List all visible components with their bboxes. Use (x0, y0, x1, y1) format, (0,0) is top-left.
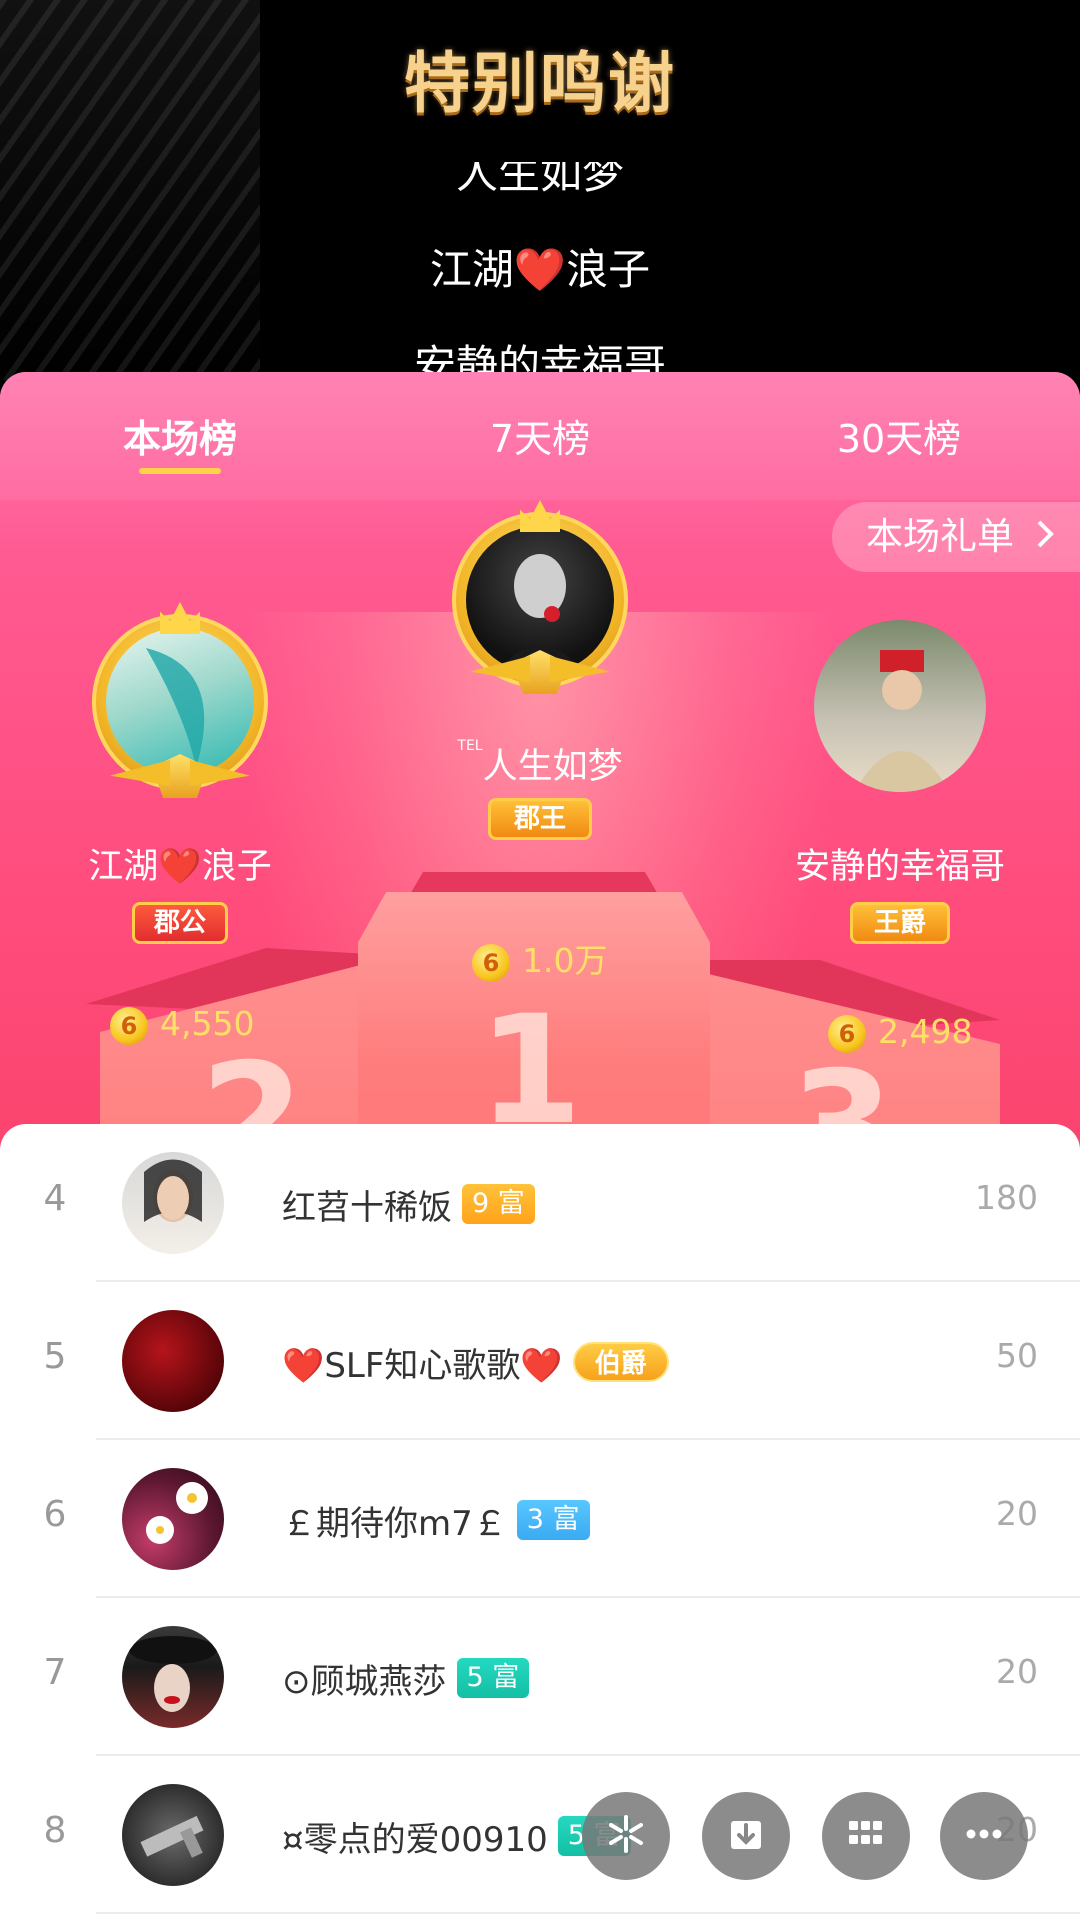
second-score-value: 4,550 (160, 1004, 255, 1043)
avatar[interactable] (814, 620, 986, 792)
wealth-level-badge: 5 富 (456, 1658, 530, 1698)
more-button[interactable] (940, 1792, 1028, 1880)
ranking-tabs: 本场榜 7天榜 30天榜 (0, 372, 1080, 500)
user-name: 红苕十稀饭 (282, 1187, 452, 1228)
contribution-amount: 50 (996, 1336, 1038, 1375)
third-place-name: 安静的幸福哥 (794, 847, 1005, 887)
coin-icon: 6 (110, 1006, 148, 1045)
list-item[interactable]: 6 ￡期待你m7￡ 3 富 20 (0, 1440, 1080, 1598)
noble-title-badge: 郡公 (132, 902, 228, 944)
grid-button[interactable] (822, 1792, 910, 1880)
avatar[interactable] (122, 1310, 224, 1412)
row-divider (96, 1912, 1080, 1914)
first-score-value: 1.0万 (522, 941, 608, 980)
gift-list-link[interactable]: 本场礼单 (832, 502, 1080, 572)
tab-current-show[interactable]: 本场榜 (80, 408, 280, 463)
noble-title-badge: 王爵 (850, 902, 950, 944)
avatar[interactable] (122, 1784, 224, 1886)
banner-title: 特别鸣谢 (404, 45, 676, 122)
user-info: ￡期待你m7￡ 3 富 (282, 1492, 590, 1548)
list-item[interactable]: 4 红苕十稀饭 9 富 180 (0, 1124, 1080, 1282)
contribution-amount: 20 (996, 1494, 1038, 1533)
coin-icon: 6 (472, 943, 510, 982)
second-place-score: 6 4,550 (110, 1004, 254, 1045)
grid-icon (843, 1811, 889, 1861)
avatar[interactable] (122, 1152, 224, 1254)
first-name-text: 人生如梦 (482, 747, 623, 787)
user-info: 红苕十稀饭 9 富 (282, 1176, 535, 1232)
contribution-amount: 20 (996, 1652, 1038, 1691)
download-button[interactable] (702, 1792, 790, 1880)
wealth-level-badge: 3 富 (516, 1500, 590, 1540)
user-name: ⊙顾城燕莎 (282, 1661, 447, 1702)
tab-30-days[interactable]: 30天榜 (799, 408, 999, 463)
list-item[interactable]: 5 ❤️SLF知心歌歌❤️ 伯爵 50 (0, 1282, 1080, 1440)
sparkle-button[interactable] (582, 1792, 670, 1880)
third-place-score: 6 2,498 (828, 1012, 972, 1053)
rank-number: 8 (43, 1810, 67, 1851)
more-icon (961, 1811, 1007, 1861)
user-name: ❤️SLF知心歌歌❤️ (282, 1345, 563, 1386)
gift-list-label: 本场礼单 (866, 515, 1014, 558)
list-item[interactable]: 8 ¤零点的爱00910 5 富 20 (0, 1756, 1080, 1914)
scroll-name: 江湖❤️浪子 (429, 245, 651, 294)
active-tab-indicator (139, 468, 221, 474)
contribution-amount: 180 (975, 1178, 1038, 1217)
sparkle-icon (603, 1811, 649, 1861)
chevron-right-icon (1036, 502, 1054, 572)
first-place-name: TEL人生如梦 (390, 738, 690, 789)
user-name: ¤零点的爱00910 (282, 1819, 548, 1860)
rank-number: 4 (43, 1178, 67, 1219)
noble-title-badge: 郡王 (488, 798, 592, 840)
list-item[interactable]: 7 ⊙顾城燕莎 5 富 20 (0, 1598, 1080, 1756)
crown-icon (160, 602, 200, 634)
tab-7-days[interactable]: 7天榜 (440, 408, 640, 463)
user-info: ¤零点的爱00910 5 富 (282, 1808, 631, 1864)
rank-number: 7 (43, 1652, 67, 1693)
user-name: ￡期待你m7￡ (282, 1503, 507, 1544)
ranking-list: 4 红苕十稀饭 9 富 180 5 ❤️SLF知心歌歌❤️ 伯爵 50 6 ￡期… (0, 1124, 1080, 1920)
crown-icon (520, 500, 560, 532)
avatar[interactable] (122, 1626, 224, 1728)
noble-title-badge: 伯爵 (572, 1342, 669, 1382)
user-info: ⊙顾城燕莎 5 富 (282, 1650, 530, 1706)
first-place-score: 6 1.0万 (472, 934, 607, 982)
wealth-level-badge: 9 富 (462, 1184, 535, 1224)
coin-icon: 6 (828, 1014, 866, 1053)
avatar[interactable] (122, 1468, 224, 1570)
user-info: ❤️SLF知心歌歌❤️ 伯爵 (282, 1334, 669, 1390)
rank-number: 5 (43, 1336, 67, 1377)
rank-number: 6 (43, 1494, 67, 1535)
thanks-banner: 特别鸣谢 人生如梦 江湖❤️浪子 安静的幸福哥 (0, 0, 1080, 380)
third-score-value: 2,498 (878, 1012, 973, 1051)
second-place-name: 江湖❤️浪子 (88, 847, 272, 887)
download-icon (723, 1811, 769, 1861)
avatar[interactable] (106, 628, 254, 776)
name-prefix: TEL (457, 738, 483, 754)
